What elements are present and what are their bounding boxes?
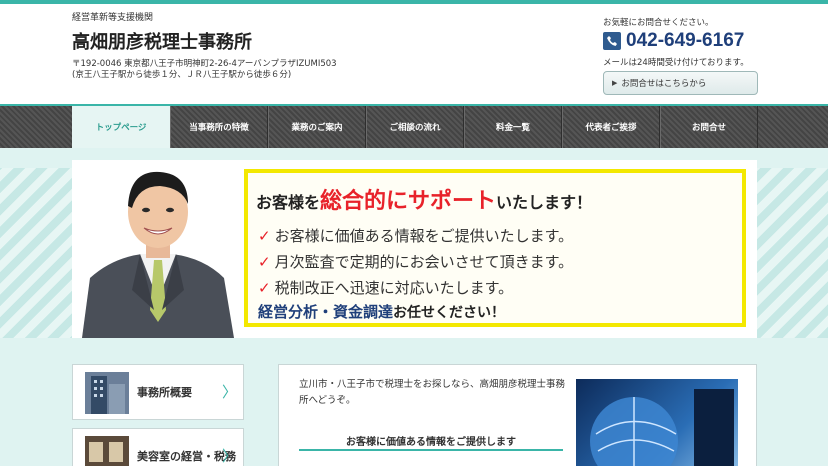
banner-line: ✓ 税制改正へ迅速に対応いたします。	[258, 279, 514, 297]
site-title[interactable]: 高畑朋彦税理士事務所	[72, 28, 252, 54]
chevron-right-icon: 〉	[221, 383, 237, 401]
building-thumbnail	[85, 372, 129, 414]
representative-photo	[72, 160, 242, 338]
sidebar-card-salon[interactable]: 美容室の経営・税務 〉	[72, 428, 244, 466]
globe-image	[576, 379, 738, 466]
nav-item-greeting[interactable]: 代表者ご挨拶	[562, 106, 660, 148]
nav-item-top[interactable]: トップページ	[72, 106, 170, 148]
inquiry-button-label: お問合せはこちらから	[621, 79, 707, 89]
phone-icon	[603, 32, 621, 50]
mail-hours: メールは24時間受け付けております。	[603, 58, 749, 68]
sidebar-card-label: 事務所概要	[137, 386, 192, 399]
phone-number[interactable]: 042-649-6167	[626, 30, 744, 52]
play-arrow-icon: ▶	[612, 79, 618, 87]
banner-line: ✓ お客様に価値ある情報をご提供いたします。	[258, 227, 574, 245]
nav-item-contact[interactable]: お問合せ	[660, 106, 758, 148]
nav-item-fees[interactable]: 料金一覧	[464, 106, 562, 148]
nav-item-flow[interactable]: ご相談の流れ	[366, 106, 464, 148]
sidebar-card-office[interactable]: 事務所概要 〉	[72, 364, 244, 420]
global-nav: トップページ 当事務所の特徴 業務のご案内 ご相談の流れ 料金一覧 代表者ご挨拶…	[0, 106, 828, 148]
banner-footer: 経営分析・資金調達お任せください！	[258, 303, 506, 321]
banner-line: ✓ 月次監査で定期的にお会いさせて頂きます。	[258, 253, 574, 271]
header-tagline: 経営革新等支援機関	[72, 13, 154, 23]
phone-row: 042-649-6167	[603, 30, 744, 52]
support-banner: お客様を総合的にサポートいたします！ ✓ お客様に価値ある情報をご提供いたします。…	[244, 169, 746, 327]
intro-subheading: お客様に価値ある情報をご提供します	[299, 427, 563, 451]
hero-banner: お客様を総合的にサポートいたします！ ✓ お客様に価値ある情報をご提供いたします。…	[72, 160, 757, 338]
check-icon: ✓	[258, 253, 271, 271]
banner-headline: お客様を総合的にサポートいたします！	[256, 189, 593, 214]
intro-text: 立川市・八王子市で税理士をお探しなら、高畑朋彦税理士事務所へどうぞ。	[299, 379, 566, 406]
nav-item-features[interactable]: 当事務所の特徴	[170, 106, 268, 148]
intro-box: 立川市・八王子市で税理士をお探しなら、高畑朋彦税理士事務所へどうぞ。 お客様に価…	[278, 364, 757, 466]
chevron-right-icon: 〉	[221, 447, 237, 465]
address-line-2: (京王八王子駅から徒歩１分、ＪＲ八王子駅から徒歩６分)	[72, 70, 292, 80]
site-header: 経営革新等支援機関 高畑朋彦税理士事務所 〒192-0046 東京都八王子市明神…	[0, 4, 828, 106]
salon-thumbnail	[85, 436, 129, 466]
contact-lead: お気軽にお問合せください。	[603, 18, 714, 28]
check-icon: ✓	[258, 227, 271, 245]
nav-item-services[interactable]: 業務のご案内	[268, 106, 366, 148]
check-icon: ✓	[258, 279, 271, 297]
inquiry-button[interactable]: ▶ お問合せはこちらから	[603, 71, 758, 95]
